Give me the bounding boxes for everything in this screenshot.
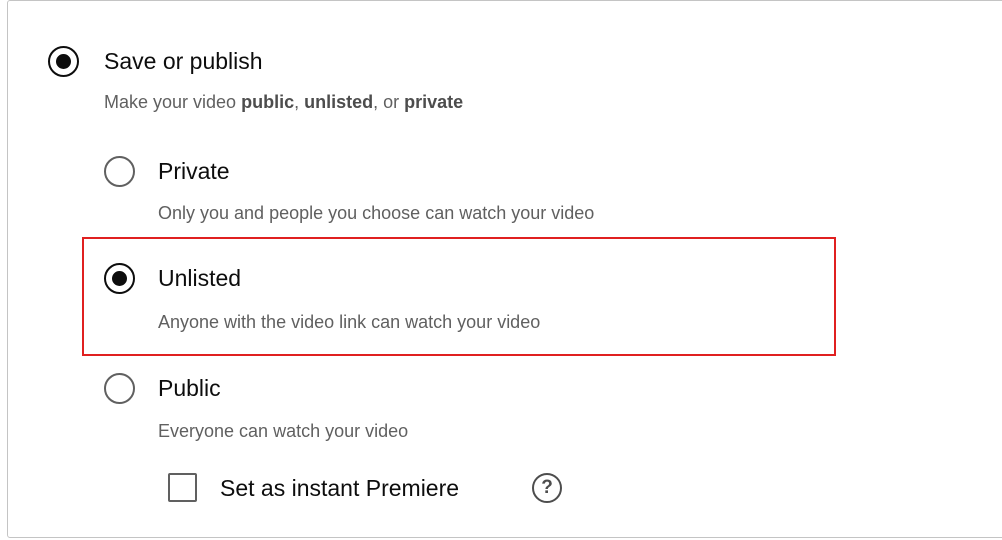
unlisted-label: Unlisted	[158, 265, 242, 291]
private-radio[interactable]	[104, 156, 135, 187]
desc-text: Make your video	[104, 92, 242, 112]
unlisted-highlight-box	[82, 237, 836, 356]
save-or-publish-radio[interactable]	[48, 46, 79, 77]
public-radio[interactable]	[104, 373, 135, 404]
save-or-publish-description: Make your video public, unlisted, or pri…	[104, 91, 463, 113]
desc-public: public	[241, 92, 295, 112]
unlisted-description: Anyone with the video link can watch you…	[158, 312, 541, 332]
radio-selected-dot	[112, 271, 127, 286]
private-label: Private	[158, 158, 230, 184]
public-description: Everyone can watch your video	[158, 421, 409, 441]
desc-separator: ,	[294, 92, 305, 112]
help-circle-icon[interactable]: ?	[532, 473, 562, 503]
desc-separator: , or	[373, 92, 405, 112]
instant-premiere-checkbox[interactable]	[168, 473, 197, 502]
save-or-publish-title: Save or publish	[104, 48, 263, 74]
unlisted-radio[interactable]	[104, 263, 135, 294]
public-label: Public	[158, 375, 221, 401]
instant-premiere-label: Set as instant Premiere	[220, 475, 460, 501]
private-description: Only you and people you choose can watch…	[158, 203, 595, 223]
radio-selected-dot	[56, 54, 71, 69]
desc-unlisted: unlisted	[304, 92, 374, 112]
desc-private: private	[404, 92, 464, 112]
